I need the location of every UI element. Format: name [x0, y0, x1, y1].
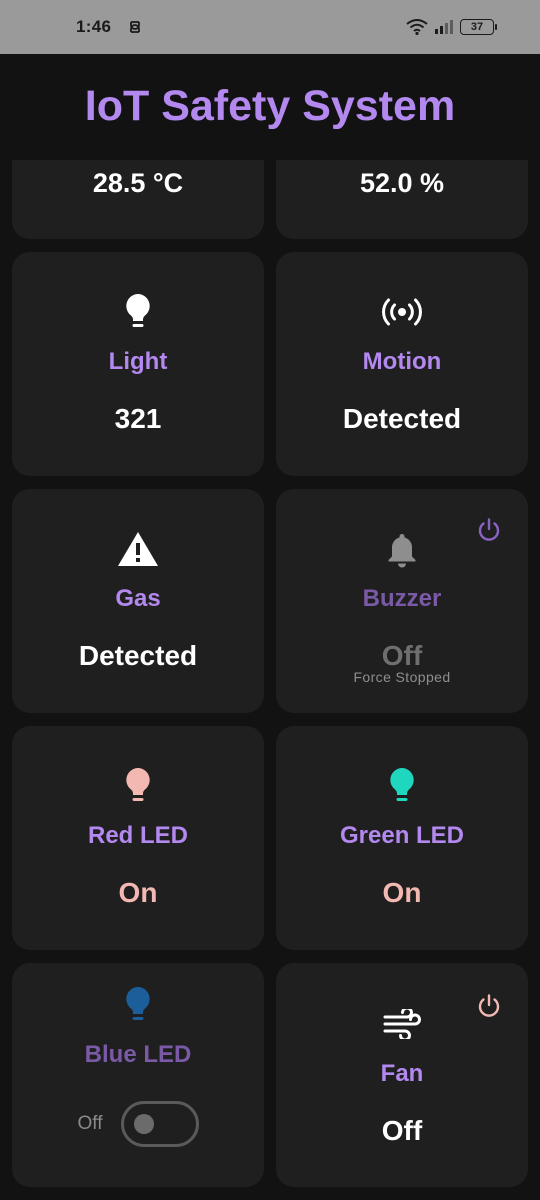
blue-led-switch[interactable] — [120, 1101, 199, 1147]
fan-label: Fan — [380, 1060, 424, 1087]
battery-icon: 37 — [460, 19, 497, 35]
blue-led-card: Blue LED Off — [12, 963, 264, 1187]
status-bar: 1:46 37 — [0, 0, 540, 54]
buzzer-label: Buzzer — [362, 585, 442, 612]
temperature-value: 28.5 °C — [92, 168, 184, 198]
sync-icon — [130, 21, 141, 33]
warning-icon — [118, 532, 158, 566]
bell-icon — [388, 534, 416, 568]
motion-value: Detected — [342, 403, 462, 434]
fan-card: Fan Off — [276, 963, 528, 1187]
lightbulb-icon — [126, 987, 150, 1020]
motion-label: Motion — [362, 348, 442, 375]
status-icons: 37 — [406, 19, 497, 35]
red-led-label: Red LED — [87, 822, 188, 849]
fan-value: Off — [381, 1115, 423, 1146]
light-value: 321 — [114, 403, 162, 434]
humidity-value: 52.0 % — [359, 168, 445, 198]
battery-level: 37 — [470, 21, 484, 33]
power-button-icon[interactable] — [476, 993, 502, 1019]
light-label: Light — [108, 348, 168, 375]
gas-label: Gas — [115, 585, 161, 612]
page-title: IoT Safety System — [0, 56, 540, 160]
wifi-icon — [406, 19, 428, 35]
blue-led-toggle-row: Off — [12, 1101, 264, 1147]
green-led-label: Green LED — [339, 822, 465, 849]
blue-led-toggle-label: Off — [77, 1113, 103, 1134]
gas-value: Detected — [78, 640, 198, 671]
status-time: 1:46 — [76, 17, 112, 36]
motion-card: Motion Detected — [276, 252, 528, 476]
lightbulb-icon — [126, 294, 150, 327]
gas-card: Gas Detected — [12, 489, 264, 713]
blue-led-label: Blue LED — [84, 1041, 192, 1068]
buzzer-value: Off — [381, 640, 423, 671]
power-button-icon[interactable] — [476, 517, 502, 543]
lightbulb-icon — [390, 768, 414, 801]
switch-knob — [133, 1114, 154, 1134]
lightbulb-icon — [126, 768, 150, 801]
buzzer-status-note: Force Stopped — [353, 669, 451, 685]
red-led-value: On — [118, 877, 158, 908]
red-led-card: Red LED On — [12, 726, 264, 950]
fan-wind-icon — [383, 1009, 421, 1039]
motion-sensor-icon — [382, 298, 422, 326]
green-led-card: Green LED On — [276, 726, 528, 950]
signal-icon — [435, 20, 453, 34]
light-card: Light 321 — [12, 252, 264, 476]
green-led-value: On — [382, 877, 422, 908]
buzzer-card: Buzzer Off Force Stopped — [276, 489, 528, 713]
